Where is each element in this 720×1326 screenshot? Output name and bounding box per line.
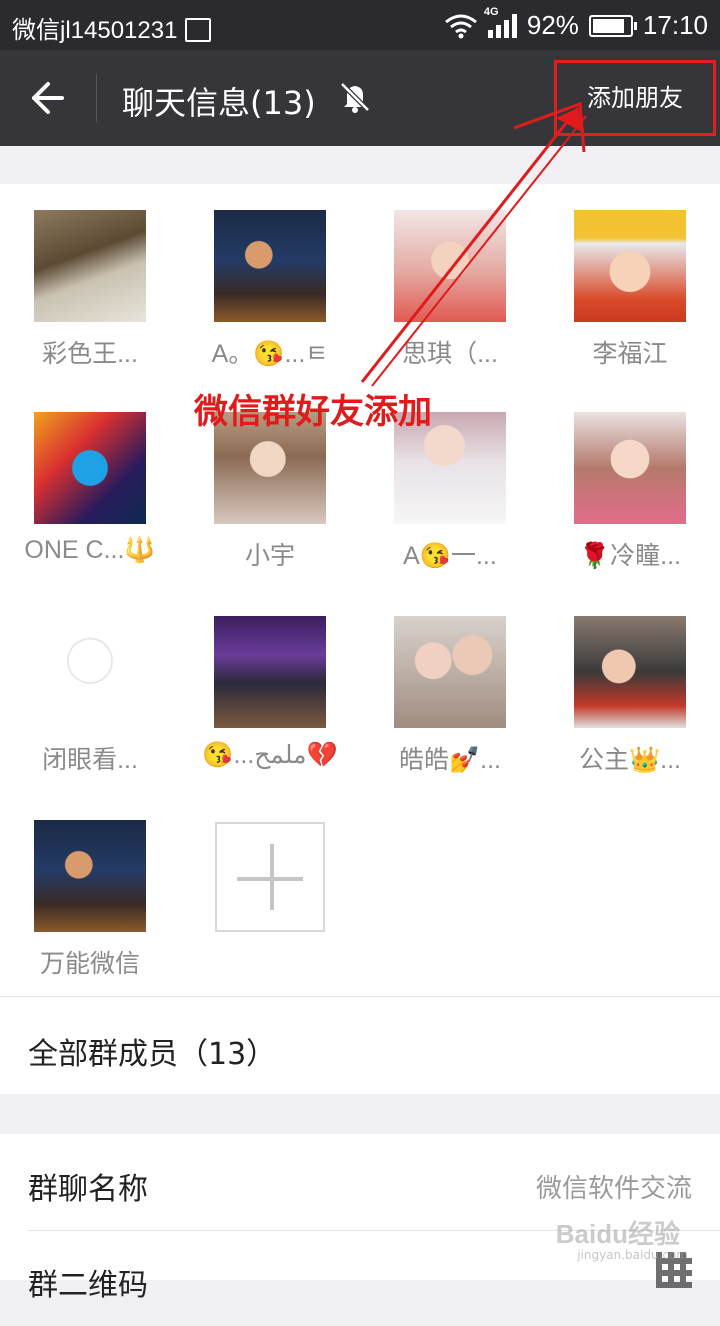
- member-name: 🌹冷瞳...: [579, 542, 681, 570]
- mute-bell-icon: [340, 82, 370, 113]
- member-name: 闭眼看...: [42, 746, 138, 774]
- member-item[interactable]: A😘一...: [375, 412, 525, 572]
- member-avatar[interactable]: [214, 616, 326, 728]
- add-member-item[interactable]: [195, 822, 345, 932]
- status-carrier-text: 微信jl14501231: [12, 17, 178, 44]
- member-item[interactable]: 😘...ملمح💔: [195, 616, 345, 770]
- member-avatar[interactable]: [34, 616, 146, 728]
- status-right: 4G 92% 17:10: [444, 6, 708, 41]
- page-title: 聊天信息(13): [122, 84, 316, 122]
- member-item[interactable]: 彩色王...: [15, 210, 165, 370]
- member-item[interactable]: 闭眼看...: [15, 616, 165, 776]
- member-avatar[interactable]: [214, 210, 326, 322]
- all-members-row[interactable]: 全部群成员（13）: [0, 996, 720, 1095]
- signal-icon: 4G: [484, 6, 517, 38]
- member-name: 皓皓💅...: [399, 746, 501, 774]
- member-name: 😘...ملمح💔: [202, 741, 338, 769]
- add-member-button[interactable]: [215, 822, 325, 932]
- member-item[interactable]: 思琪（...: [375, 210, 525, 370]
- watermark-url: jingyan.baidu.com: [577, 1248, 688, 1262]
- wifi-icon: [444, 14, 477, 38]
- baidu-watermark: Baidu经验: [555, 1219, 680, 1249]
- member-avatar[interactable]: [574, 616, 686, 728]
- all-members-label: 全部群成员（13）: [28, 1037, 277, 1072]
- add-friend-button[interactable]: 添加朋友: [554, 60, 716, 136]
- member-avatar[interactable]: [34, 210, 146, 322]
- member-avatar[interactable]: [34, 412, 146, 524]
- member-name: 小宇: [244, 542, 295, 570]
- member-avatar[interactable]: [394, 210, 506, 322]
- member-name: ONE C...🔱: [24, 536, 156, 564]
- back-arrow-icon[interactable]: [22, 76, 74, 120]
- annotation-label: 微信群好友添加: [194, 392, 432, 432]
- member-name: A😘一...: [403, 542, 497, 570]
- member-item[interactable]: A。😘...ㅌ: [195, 210, 345, 370]
- title-divider: [96, 74, 97, 122]
- member-name: 彩色王...: [42, 340, 138, 368]
- network-type: 4G: [483, 5, 499, 18]
- member-item[interactable]: 万能微信: [15, 820, 165, 980]
- member-item[interactable]: 小宇: [195, 412, 345, 572]
- member-name: 万能微信: [39, 950, 140, 978]
- battery-percent: 92%: [526, 10, 579, 40]
- status-time: 17:10: [642, 10, 708, 40]
- member-item[interactable]: 李福江: [555, 210, 705, 370]
- member-item[interactable]: ONE C...🔱: [15, 412, 165, 565]
- title-bar: 聊天信息(13) 添加朋友: [0, 50, 720, 146]
- member-avatar[interactable]: [394, 616, 506, 728]
- group-name-label: 群聊名称: [28, 1172, 148, 1207]
- member-name: 公主👑...: [579, 746, 681, 774]
- status-left: 微信jl14501231: [12, 10, 212, 45]
- member-avatar[interactable]: [34, 820, 146, 932]
- member-avatar[interactable]: [574, 412, 686, 524]
- member-item[interactable]: 🌹冷瞳...: [555, 412, 705, 572]
- member-name: A。😘...ㅌ: [211, 340, 329, 368]
- member-item[interactable]: 公主👑...: [555, 616, 705, 776]
- member-item[interactable]: 皓皓💅...: [375, 616, 525, 776]
- battery-icon: [588, 14, 637, 37]
- group-name-value: 微信软件交流: [535, 1174, 692, 1204]
- member-name: 思琪（...: [402, 340, 498, 368]
- member-avatar[interactable]: [574, 210, 686, 322]
- group-qr-label: 群二维码: [28, 1268, 148, 1303]
- members-panel: 彩色王... A。😘...ㅌ 思琪（... 李福江 ONE C...🔱 小宇 A😘一... 🌹…: [0, 184, 720, 1094]
- image-notification-icon: [185, 17, 212, 42]
- member-name: 李福江: [592, 340, 668, 368]
- status-bar: 微信jl14501231 4G 92% 17:10: [0, 0, 720, 50]
